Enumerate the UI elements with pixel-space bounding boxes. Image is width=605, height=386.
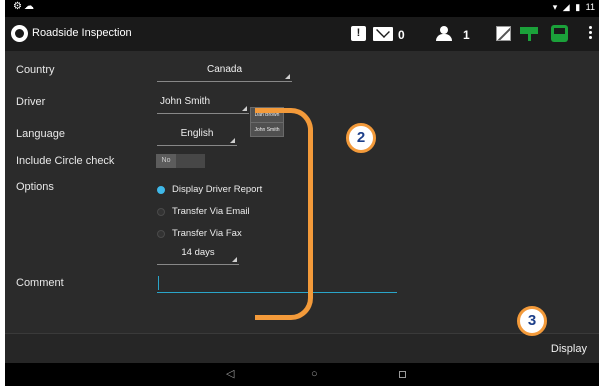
settings-icon: ⚙ bbox=[13, 1, 24, 12]
circle-check-label: Include Circle check bbox=[16, 155, 115, 167]
status-left-icons: ⚙☁ bbox=[13, 1, 36, 12]
mail-count: 0 bbox=[398, 28, 405, 42]
status-right: ▾ ◢ ▮ 11 bbox=[550, 2, 595, 13]
country-label: Country bbox=[16, 64, 55, 76]
radio-label: Transfer Via Email bbox=[172, 206, 250, 217]
alert-icon[interactable]: ! bbox=[351, 26, 366, 41]
driver-select[interactable]: John Smith bbox=[157, 92, 249, 114]
radio-label: Transfer Via Fax bbox=[172, 228, 242, 239]
mail-icon[interactable] bbox=[373, 27, 393, 41]
wifi-icon: ▾ bbox=[552, 2, 558, 12]
status-bar: ⚙☁ ▾ ◢ ▮ 11 bbox=[5, 0, 599, 17]
inspection-form: Country Canada Driver John Smith Dan Bro… bbox=[5, 51, 599, 333]
comment-label: Comment bbox=[16, 277, 64, 289]
status-time: 11 bbox=[585, 2, 595, 12]
text-cursor bbox=[158, 276, 159, 290]
callout-marker-2: 2 bbox=[346, 123, 376, 153]
display-button[interactable]: Display bbox=[551, 343, 587, 355]
recents-icon[interactable] bbox=[399, 371, 406, 378]
annotation-bracket bbox=[255, 108, 313, 320]
battery-icon: ▮ bbox=[575, 2, 581, 12]
truck-icon[interactable] bbox=[551, 25, 568, 42]
back-icon[interactable]: ◁ bbox=[226, 368, 234, 380]
circle-check-toggle[interactable]: No bbox=[156, 154, 205, 168]
callout-marker-3: 3 bbox=[517, 306, 547, 336]
radio-dot bbox=[157, 230, 165, 238]
navigation-bar: ◁ ○ bbox=[5, 363, 599, 386]
document-icon[interactable] bbox=[496, 26, 511, 41]
cloud-icon: ☁ bbox=[23, 1, 36, 12]
app-title: Roadside Inspection bbox=[32, 27, 132, 39]
action-bar: Roadside Inspection ! 0 1 bbox=[5, 17, 599, 51]
user-icon[interactable] bbox=[436, 26, 452, 41]
options-label: Options bbox=[16, 181, 54, 193]
signal-icon: ◢ bbox=[562, 2, 570, 12]
trailer-icon[interactable] bbox=[520, 27, 538, 41]
toggle-knob: No bbox=[156, 154, 176, 168]
language-select[interactable]: English bbox=[157, 124, 237, 146]
radio-dot bbox=[157, 186, 165, 194]
app-logo-icon[interactable] bbox=[11, 25, 28, 42]
radio-dot bbox=[157, 208, 165, 216]
device-screen: ⚙☁ ▾ ◢ ▮ 11 Roadside Inspection ! 0 1 Co… bbox=[5, 0, 599, 386]
user-count: 1 bbox=[463, 28, 470, 42]
period-select[interactable]: 14 days bbox=[157, 243, 239, 265]
driver-label: Driver bbox=[16, 96, 46, 108]
country-select[interactable]: Canada bbox=[157, 60, 292, 82]
overflow-menu-icon[interactable] bbox=[589, 26, 593, 42]
home-icon[interactable]: ○ bbox=[311, 368, 318, 380]
bottom-bar: Display bbox=[5, 333, 599, 363]
language-label: Language bbox=[16, 128, 65, 140]
radio-label: Display Driver Report bbox=[172, 184, 263, 195]
